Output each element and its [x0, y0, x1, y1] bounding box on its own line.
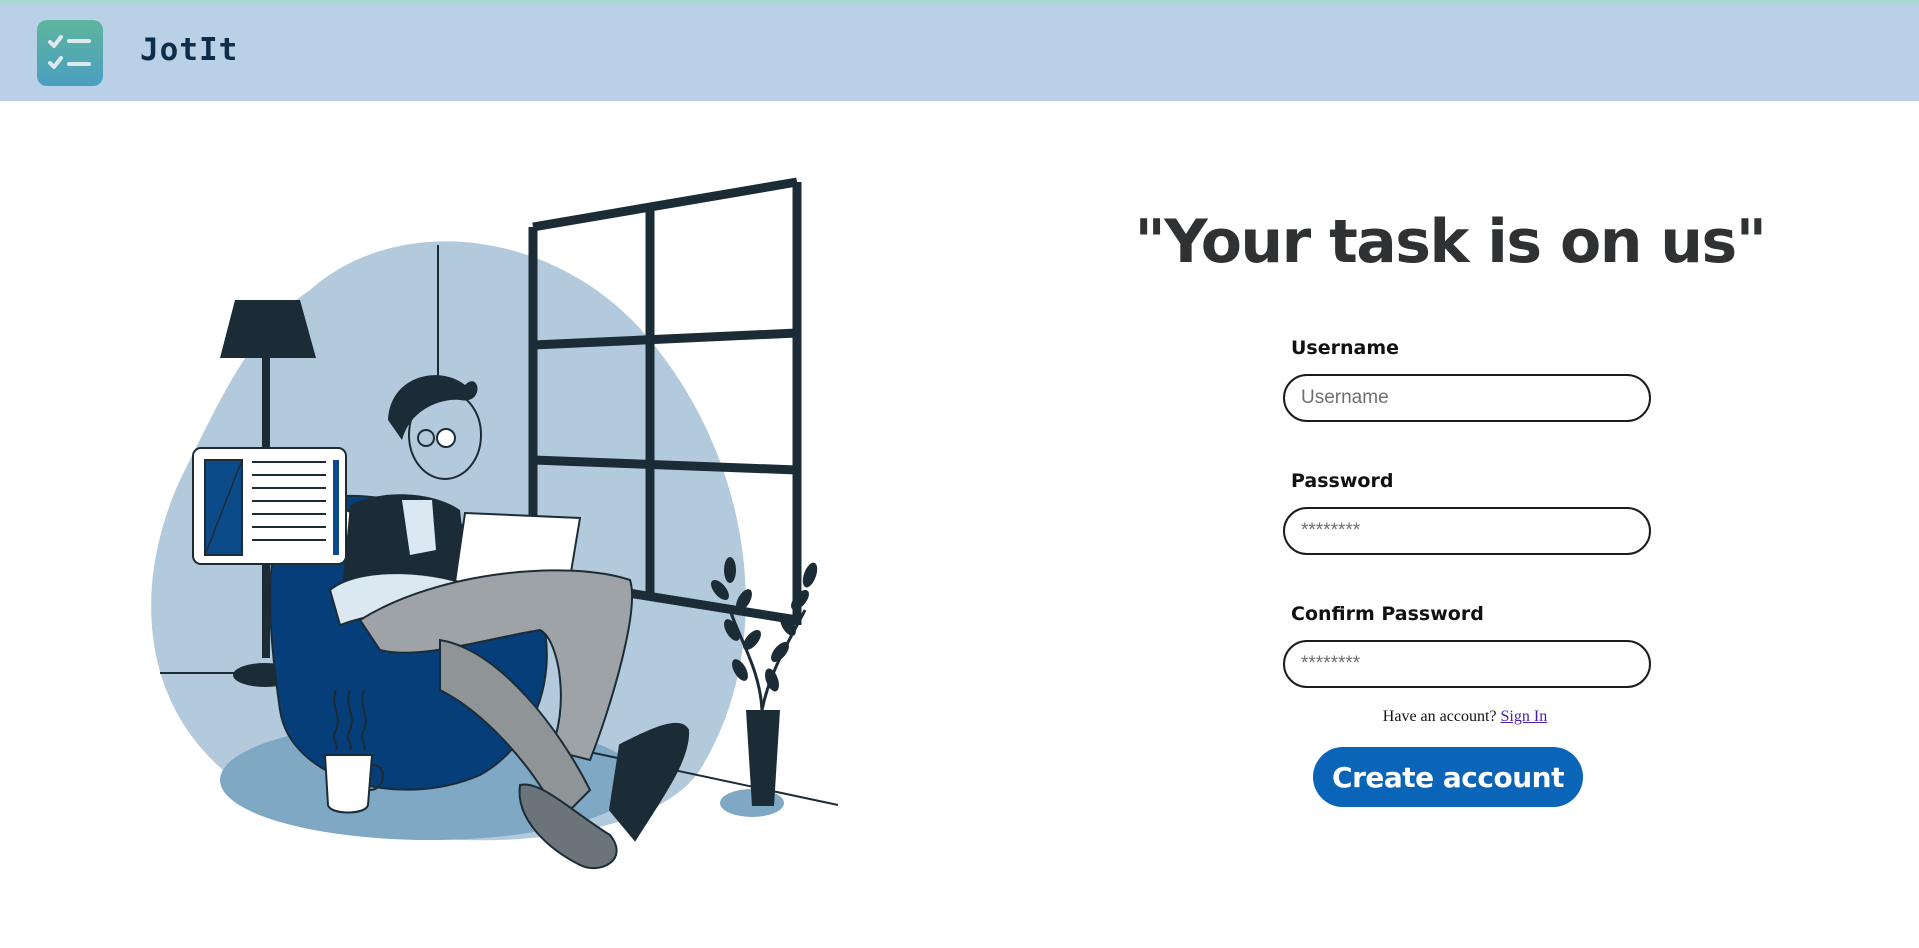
- username-input[interactable]: [1283, 374, 1651, 422]
- app-name[interactable]: JotIt: [140, 32, 238, 68]
- signin-prompt-line: Have an account? Sign In: [1283, 708, 1647, 726]
- password-label: Password: [1291, 470, 1394, 492]
- create-account-button[interactable]: Create account: [1313, 747, 1583, 807]
- signin-prompt-text: Have an account?: [1382, 708, 1497, 725]
- confirm-password-label: Confirm Password: [1291, 603, 1484, 625]
- confirm-password-input[interactable]: [1283, 640, 1651, 688]
- username-label: Username: [1291, 337, 1400, 359]
- app-header: JotIt: [0, 4, 1919, 101]
- headline: "Your task is on us": [1134, 207, 1767, 277]
- password-input[interactable]: [1283, 507, 1651, 555]
- checklist-icon[interactable]: [37, 20, 103, 86]
- person-reading-illustration: [140, 170, 850, 880]
- signin-link[interactable]: Sign In: [1501, 708, 1548, 725]
